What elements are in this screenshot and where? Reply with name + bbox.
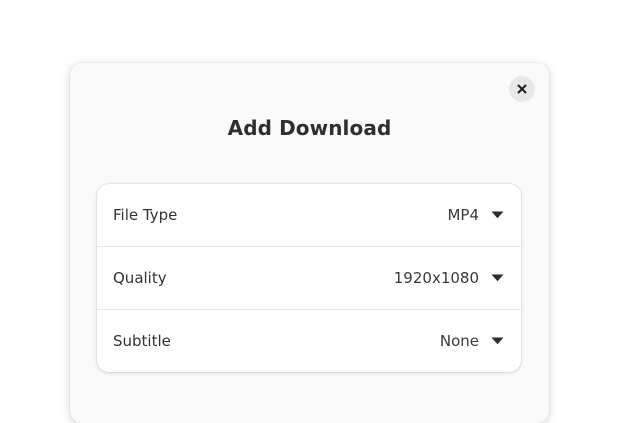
subtitle-row[interactable]: Subtitle None	[97, 309, 521, 372]
dialog-title: Add Download	[227, 116, 392, 140]
subtitle-label: Subtitle	[113, 332, 171, 350]
quality-value: 1920x1080	[393, 269, 479, 287]
preferences-group: File Type MP4 Quality 1920x1080 Subtitle…	[97, 184, 521, 372]
pan-down-icon	[491, 211, 504, 219]
file-type-dropdown[interactable]: MP4	[447, 206, 504, 224]
close-button[interactable]	[509, 76, 535, 102]
add-download-dialog: Add Download File Type MP4 Quality 1920x…	[70, 63, 549, 423]
quality-row[interactable]: Quality 1920x1080	[97, 246, 521, 309]
subtitle-dropdown[interactable]: None	[440, 332, 504, 350]
close-icon	[517, 84, 527, 94]
quality-label: Quality	[113, 269, 167, 287]
file-type-value: MP4	[447, 206, 479, 224]
pan-down-icon	[491, 274, 504, 282]
file-type-row[interactable]: File Type MP4	[97, 184, 521, 246]
pan-down-icon	[491, 337, 504, 345]
quality-dropdown[interactable]: 1920x1080	[394, 269, 504, 287]
file-type-label: File Type	[113, 206, 178, 224]
subtitle-value: None	[439, 332, 479, 350]
